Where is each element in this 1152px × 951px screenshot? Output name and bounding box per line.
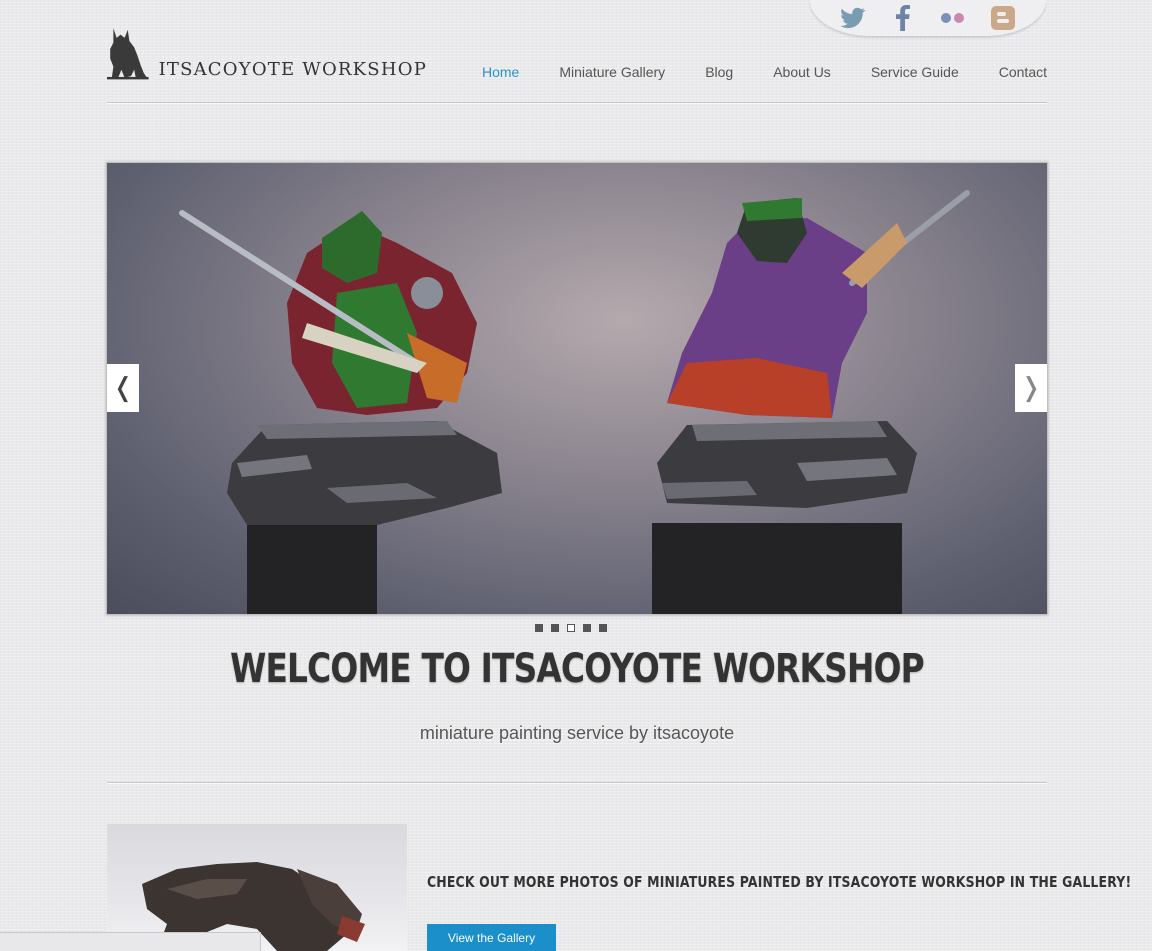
social-bar (810, 0, 1046, 36)
slider-next-button[interactable]: ❭ (1015, 364, 1047, 412)
view-gallery-button[interactable]: View the Gallery (427, 924, 556, 951)
wolf-logo-icon (107, 28, 149, 80)
hero-subtitle: miniature painting service by itsacoyote (419, 723, 735, 743)
slider-prev-button[interactable]: ❬ (107, 364, 139, 412)
nav-blog[interactable]: Blog (705, 64, 733, 80)
nav-home[interactable]: Home (482, 64, 519, 80)
slider-dot-1[interactable] (535, 624, 543, 632)
bottom-left-panel (0, 932, 261, 951)
logo-text: ITSACOYOTE WORKSHOP (158, 59, 427, 80)
hero-title: WELCOME TO ITSACOYOTE WORKSHOP (230, 646, 925, 692)
nav-service-guide[interactable]: Service Guide (871, 64, 959, 80)
main-nav: Home Miniature Gallery Blog About Us Ser… (442, 64, 1047, 80)
slide-image (179, 190, 970, 614)
section-divider (107, 782, 1047, 784)
slider-dot-5[interactable] (599, 624, 607, 632)
slider-dot-3[interactable] (567, 624, 575, 632)
slider-dot-2[interactable] (551, 624, 559, 632)
site-logo[interactable]: ITSACOYOTE WORKSHOP (107, 18, 427, 86)
slider-dot-4[interactable] (583, 624, 591, 632)
slider-pagination (535, 624, 607, 632)
hero-slider[interactable]: ❬ ❭ (106, 162, 1048, 615)
gallery-cta-text: CHECK OUT MORE PHOTOS OF MINIATURES PAIN… (427, 873, 1132, 891)
facebook-icon[interactable] (889, 4, 917, 32)
flickr-icon[interactable] (939, 4, 967, 32)
blogger-icon[interactable] (989, 4, 1017, 32)
header-divider (107, 102, 1047, 104)
twitter-icon[interactable] (839, 4, 867, 32)
nav-contact[interactable]: Contact (999, 64, 1047, 80)
nav-miniature-gallery[interactable]: Miniature Gallery (559, 64, 665, 80)
nav-about-us[interactable]: About Us (773, 64, 831, 80)
